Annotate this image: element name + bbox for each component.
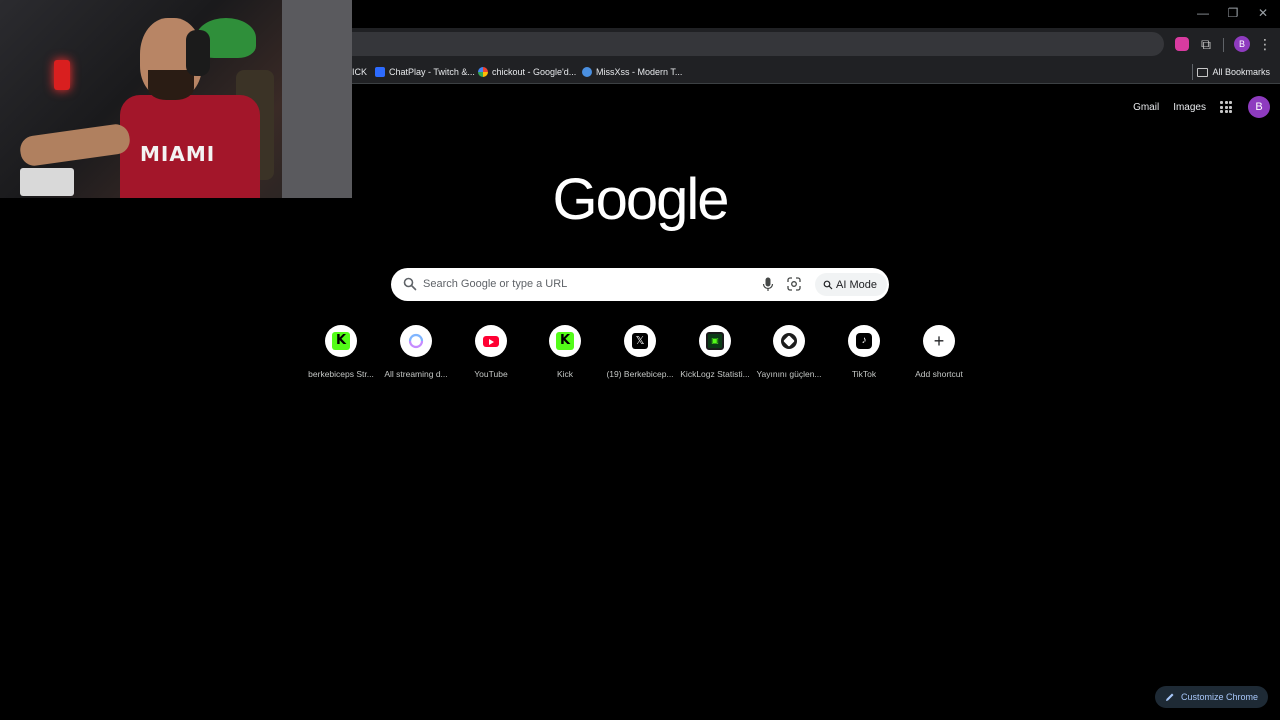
google-apps-icon[interactable] xyxy=(1220,101,1232,113)
red-lamp xyxy=(54,60,70,90)
shortcut-tile[interactable]: ▣ KickLogz Statisti... xyxy=(677,325,753,379)
kick-icon: K xyxy=(332,332,350,350)
header-links: Gmail Images B xyxy=(1133,96,1270,118)
profile-avatar-button[interactable]: B xyxy=(1234,36,1250,52)
bookmark-label: ICK xyxy=(352,67,368,77)
shortcut-tile[interactable]: All streaming d... xyxy=(378,325,454,379)
x-icon: 𝕏 xyxy=(632,333,648,349)
pencil-icon xyxy=(1165,693,1174,701)
shortcut-label: TikTok xyxy=(851,369,877,379)
toolbar-divider xyxy=(1223,38,1224,52)
close-window-button[interactable]: ✕ xyxy=(1248,6,1278,20)
bookmark-item[interactable]: MissXss - Modern T... xyxy=(582,64,682,80)
bookmark-label: MissXss - Modern T... xyxy=(596,67,683,77)
shortcut-tile[interactable]: YouTube xyxy=(453,325,529,379)
bookmark-item[interactable]: chickout - Google'd... xyxy=(478,64,576,80)
shortcut-tile[interactable]: ♪ TikTok xyxy=(826,325,902,379)
gmail-link[interactable]: Gmail xyxy=(1133,102,1159,113)
restore-button[interactable]: ❐ xyxy=(1218,6,1248,20)
add-shortcut-tile[interactable]: + Add shortcut xyxy=(901,325,977,379)
extensions-puzzle-icon[interactable]: ⧉ xyxy=(1197,35,1215,53)
kicklogz-icon: ▣ xyxy=(706,332,724,350)
chatplay-favicon-icon xyxy=(375,67,385,77)
bookmark-item[interactable]: ChatPlay - Twitch &... xyxy=(375,64,475,80)
bookmark-label: ChatPlay - Twitch &... xyxy=(389,67,475,77)
shortcut-label: Yayınını güçlen... xyxy=(756,369,822,379)
all-bookmarks-button[interactable]: All Bookmarks xyxy=(1197,64,1270,80)
shortcut-label: (19) Berkebicep... xyxy=(606,369,674,379)
ai-search-icon xyxy=(823,280,833,289)
search-box[interactable]: AI Mode xyxy=(391,268,889,301)
search-icon xyxy=(403,277,417,291)
streaming-icon xyxy=(408,333,424,349)
missxss-favicon-icon xyxy=(582,67,592,77)
bookmark-label: chickout - Google'd... xyxy=(492,67,577,77)
all-bookmarks-label: All Bookmarks xyxy=(1212,67,1270,77)
bookmark-item[interactable]: ICK xyxy=(352,64,367,80)
browser-window: — ❐ ✕ ⧉ B ⋮ ICK ChatPlay - Twitch &... c… xyxy=(0,0,1280,720)
images-link[interactable]: Images xyxy=(1173,102,1206,113)
customize-label: Customize Chrome xyxy=(1180,692,1258,702)
shortcut-tile[interactable]: K berkebiceps Str... xyxy=(303,325,379,379)
shortcut-tile[interactable]: 𝕏 (19) Berkebicep... xyxy=(602,325,678,379)
google-favicon-icon xyxy=(478,67,488,77)
ai-mode-button[interactable]: AI Mode xyxy=(815,273,887,296)
shirt-text: MIAMI xyxy=(140,142,216,166)
shortcut-tile[interactable]: Yayınını güçlen... xyxy=(751,325,827,379)
shortcut-label: berkebiceps Str... xyxy=(308,369,374,379)
customize-chrome-button[interactable]: Customize Chrome xyxy=(1154,686,1268,708)
address-bar[interactable] xyxy=(352,32,1164,56)
shortcut-label: All streaming d... xyxy=(384,369,448,379)
kick-icon: K xyxy=(556,332,574,350)
shortcuts-grid: K berkebiceps Str... All streaming d... … xyxy=(303,325,977,385)
shortcut-label: KickLogz Statisti... xyxy=(680,369,750,379)
arm xyxy=(18,122,132,168)
search-input[interactable] xyxy=(423,273,753,295)
headphones xyxy=(186,30,210,76)
keyboard xyxy=(20,168,74,196)
shortcut-label: Add shortcut xyxy=(915,369,963,379)
shield-icon xyxy=(781,333,797,349)
microphone-icon[interactable] xyxy=(762,277,774,292)
chrome-menu-icon[interactable]: ⋮ xyxy=(1256,35,1274,53)
plus-icon: + xyxy=(933,331,945,351)
google-lens-icon[interactable] xyxy=(787,277,801,291)
tiktok-icon: ♪ xyxy=(856,333,872,349)
shortcut-tile[interactable]: K Kick xyxy=(527,325,603,379)
shortcut-label: YouTube xyxy=(474,369,508,379)
webcam-overlay: MIAMI xyxy=(0,0,352,198)
account-avatar[interactable]: B xyxy=(1248,96,1270,118)
shortcut-label: Kick xyxy=(556,369,574,379)
bookmarks-divider xyxy=(1192,64,1193,80)
folder-icon xyxy=(1197,67,1209,77)
minimize-button[interactable]: — xyxy=(1188,6,1218,20)
extension-icon[interactable] xyxy=(1173,35,1191,53)
ai-mode-label: AI Mode xyxy=(836,278,877,291)
youtube-icon xyxy=(483,335,499,347)
